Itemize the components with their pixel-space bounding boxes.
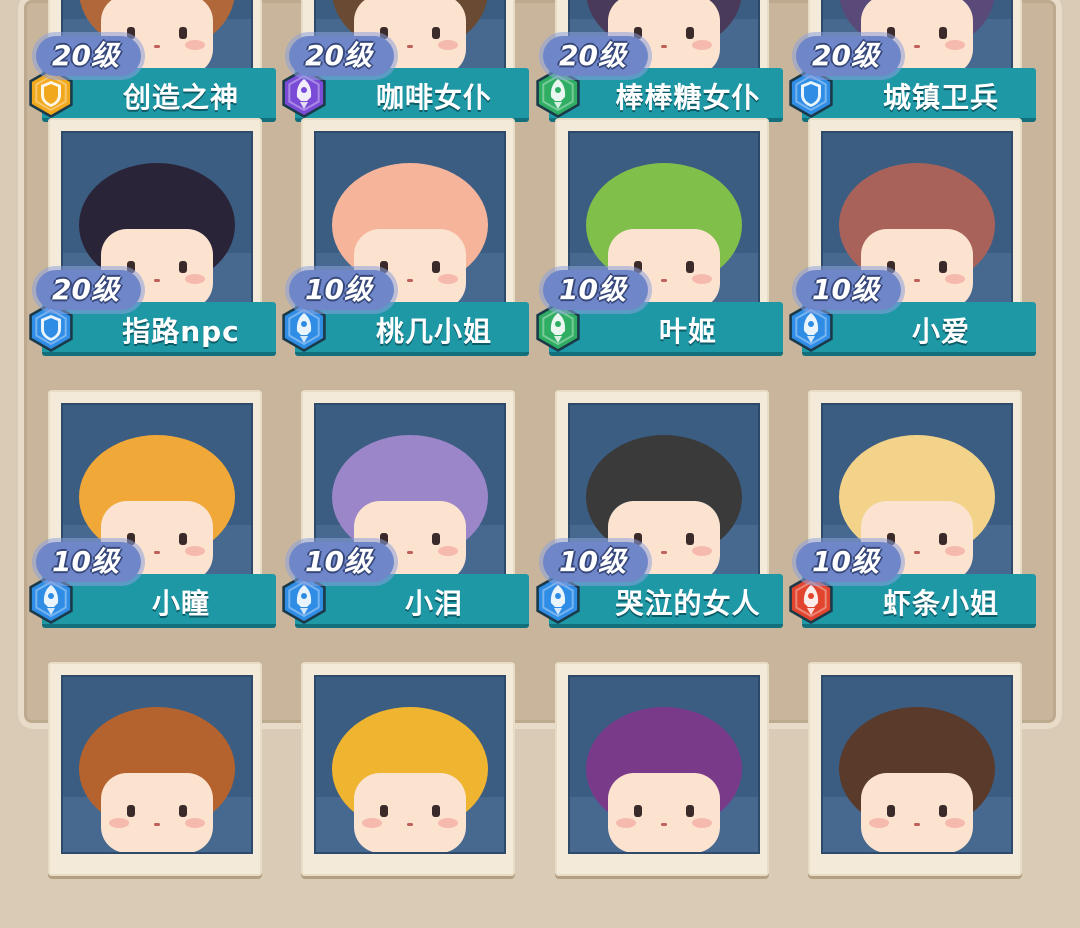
level-badge: 10级 [36,542,141,582]
character-name: 创造之神 [122,81,239,114]
portrait-frame [808,662,1022,876]
level-badge: 20级 [36,36,141,76]
name-bar: 哭泣的女人 [549,574,783,628]
level-badge: 10级 [543,542,648,582]
name-bar: 虾条小姐 [802,574,1036,628]
character-name: 小泪 [404,587,463,620]
character-name: 虾条小姐 [882,587,999,620]
level-badge: 10级 [796,270,901,310]
name-bar: 桃几小姐 [295,302,529,356]
portrait-frame [48,662,262,876]
character-card[interactable] [545,662,779,928]
character-sprite [79,707,235,852]
character-card[interactable]: 小泪 10级 [282,390,529,656]
character-name: 指路npc [122,315,240,348]
character-card[interactable]: 指路npc 20级 [29,118,276,384]
level-badge: 10级 [543,270,648,310]
level-badge: 20级 [543,36,648,76]
name-bar: 叶姬 [549,302,783,356]
character-portrait [314,675,506,854]
character-card[interactable]: 虾条小姐 10级 [789,390,1036,656]
name-bar: 小爱 [802,302,1036,356]
name-bar: 咖啡女仆 [295,68,529,122]
level-badge: 20级 [289,36,394,76]
character-portrait [61,675,253,854]
character-card[interactable] [798,662,1032,928]
character-name: 小爱 [911,315,970,348]
name-bar: 棒棒糖女仆 [549,68,783,122]
portrait-frame [555,662,769,876]
character-grid: 创造之神 20级 咖啡女仆 20级 棒棒糖女仆 20级 城镇卫兵 20级 指路npc 20级 桃几小… [0,0,1080,876]
character-sprite [332,707,488,852]
character-card[interactable]: 小爱 10级 [789,118,1036,384]
character-portrait [821,675,1013,854]
character-card[interactable] [38,662,272,928]
character-sprite [586,707,742,852]
character-name: 棒棒糖女仆 [615,81,761,114]
character-portrait [568,675,760,854]
level-badge: 10级 [289,270,394,310]
name-bar: 城镇卫兵 [802,68,1036,122]
character-card[interactable]: 叶姬 10级 [536,118,783,384]
character-card[interactable]: 小瞳 10级 [29,390,276,656]
character-name: 叶姬 [658,315,717,348]
level-badge: 10级 [289,542,394,582]
character-card[interactable] [291,662,525,928]
character-name: 咖啡女仆 [375,81,492,114]
portrait-frame [301,662,515,876]
name-bar: 小泪 [295,574,529,628]
name-bar: 小瞳 [42,574,276,628]
level-badge: 10级 [796,542,901,582]
name-bar: 指路npc [42,302,276,356]
character-name: 哭泣的女人 [615,587,761,620]
character-card[interactable]: 桃几小姐 10级 [282,118,529,384]
character-name: 桃几小姐 [375,315,492,348]
level-badge: 20级 [796,36,901,76]
character-card[interactable]: 哭泣的女人 10级 [536,390,783,656]
name-bar: 创造之神 [42,68,276,122]
character-name: 城镇卫兵 [882,81,999,114]
character-name: 小瞳 [151,587,210,620]
level-badge: 20级 [36,270,141,310]
character-sprite [839,707,995,852]
